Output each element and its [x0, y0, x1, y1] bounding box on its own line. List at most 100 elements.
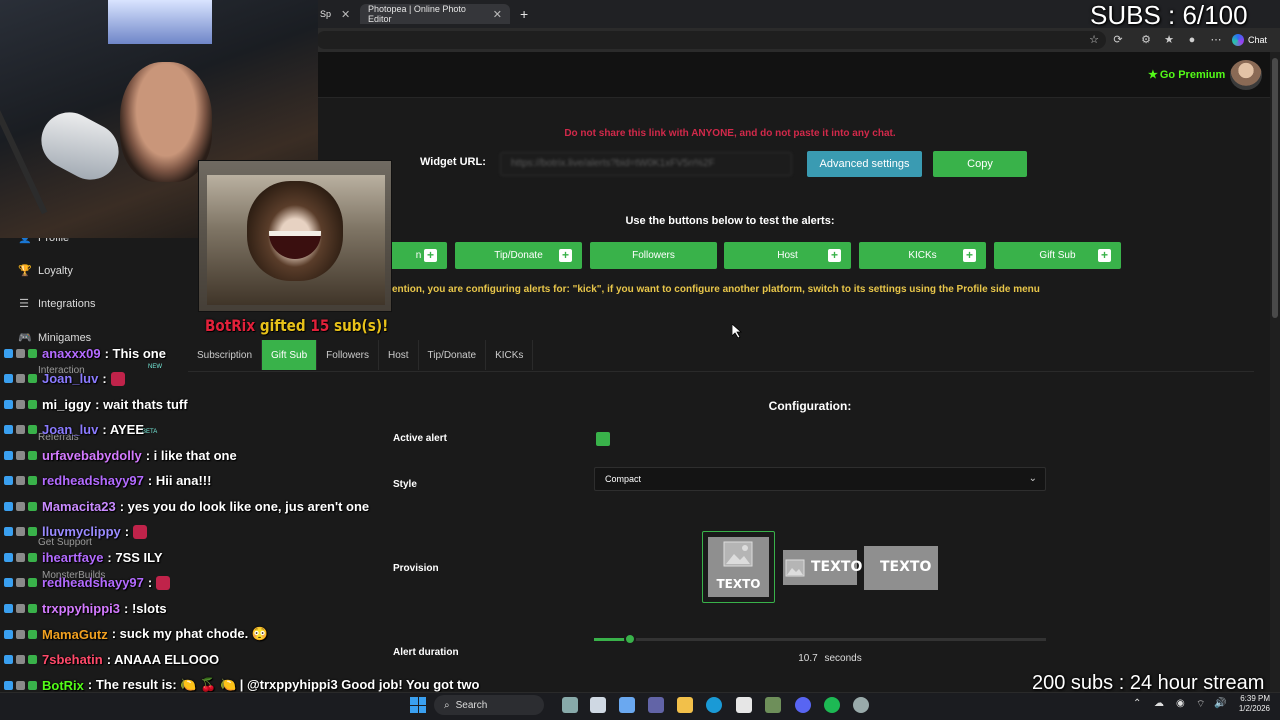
extensions-icon[interactable]: ⚙ — [1138, 32, 1154, 48]
widget-url-field[interactable]: https://botrix.live/alerts?bid=tW0K1xFV5… — [500, 152, 792, 176]
favorite-star-icon[interactable]: ☆ — [1086, 32, 1102, 48]
chat-message: redheadshayy97: — [4, 575, 171, 590]
provision-text: TEXTO — [880, 559, 932, 575]
copilot-app-icon[interactable] — [562, 697, 578, 713]
taskbar-search[interactable]: ⌕ Search — [434, 695, 544, 715]
go-premium-link[interactable]: ★ Go Premium — [1148, 68, 1225, 82]
test-button-label: n — [415, 250, 422, 261]
file-explorer-icon[interactable] — [677, 697, 693, 713]
tab-subscription[interactable]: Subscription — [188, 340, 263, 370]
new-tab-icon[interactable]: + — [512, 4, 536, 24]
chat-badge-icon — [16, 680, 25, 690]
test-button-tip-donate[interactable]: Tip/Donate + — [455, 242, 582, 269]
tray-chevron-icon[interactable]: ⌃ — [1133, 698, 1141, 709]
tab-kicks[interactable]: KICKs — [486, 340, 534, 370]
copilot-chat-button[interactable]: Chat — [1232, 31, 1267, 49]
alert-duration-label: Alert duration — [393, 647, 459, 658]
close-icon[interactable]: ✕ — [341, 8, 350, 21]
chat-message: Joan_luv: — [4, 371, 125, 386]
chat-message: MamaGutz: suck my phat chode. 😳 — [4, 626, 268, 642]
test-button-followers[interactable]: Followers — [590, 242, 717, 269]
tab-tip-donate[interactable]: Tip/Donate — [419, 340, 487, 370]
spotify-icon[interactable] — [824, 697, 840, 713]
test-button-label: Gift Sub — [1039, 250, 1076, 261]
chat-badge-icon — [4, 553, 13, 562]
platform-note: ention, you are configuring alerts for: … — [392, 284, 1040, 295]
test-button-label: Tip/Donate — [494, 250, 543, 261]
profile-icon[interactable]: ● — [1184, 32, 1200, 48]
teams-icon[interactable] — [648, 697, 664, 713]
close-icon[interactable]: ✕ — [493, 8, 502, 21]
chat-badge-icon — [28, 629, 37, 639]
obs-icon[interactable] — [853, 697, 869, 713]
volume-icon[interactable]: 🔊 — [1214, 698, 1226, 709]
chat-badge-icon — [16, 451, 25, 460]
clock-date: 1/2/2026 — [1238, 704, 1270, 713]
copy-button[interactable]: Copy — [933, 151, 1027, 177]
cloud-icon[interactable]: ☁ — [1154, 698, 1164, 709]
test-button-kicks[interactable]: KICKs + — [859, 242, 986, 269]
more-menu-icon[interactable]: ⋯ — [1208, 32, 1224, 48]
plus-icon: + — [424, 249, 437, 262]
advanced-settings-button[interactable]: Advanced settings — [807, 151, 922, 177]
chat-message: BotRix: The result is: 🍋 🍒 🍋 | @trxppyhi… — [4, 677, 479, 693]
chat-badge-icon — [16, 527, 25, 536]
wifi-icon[interactable]: ⌔ — [1196, 698, 1205, 711]
gift-count: 15 — [310, 316, 330, 335]
test-button-host[interactable]: Host + — [724, 242, 851, 269]
chat-label: Chat — [1248, 35, 1268, 45]
sidebar-item-minigames[interactable]: 🎮 Minigames — [18, 331, 91, 345]
chat-badge-icon — [16, 349, 25, 358]
clock[interactable]: 6:39 PM 1/2/2026 — [1230, 694, 1270, 714]
chat-badge-icon — [16, 604, 25, 613]
chat-username: mi_iggy — [42, 397, 92, 412]
task-view-icon[interactable] — [590, 697, 606, 713]
windows-start-icon[interactable] — [410, 697, 426, 713]
chat-username: BotRix — [42, 677, 84, 693]
plus-icon: + — [828, 249, 841, 262]
active-alert-label: Active alert — [393, 433, 447, 444]
url-field[interactable] — [316, 31, 1106, 49]
refresh-icon[interactable]: ⟳ — [1110, 32, 1126, 48]
sidebar-item-integrations[interactable]: ☰ Integrations — [18, 297, 95, 311]
share-warning: Do not share this link with ANYONE, and … — [564, 128, 896, 139]
browser-tab-active[interactable]: Photopea | Online Photo Editor ✕ — [360, 4, 510, 24]
gift-alert-gif — [198, 160, 392, 312]
scrollbar-thumb[interactable] — [1272, 58, 1278, 318]
chat-badge-icon — [28, 655, 37, 664]
active-alert-checkbox[interactable] — [596, 432, 610, 446]
discord-icon[interactable] — [795, 697, 811, 713]
network-icon[interactable]: ◉ — [1176, 698, 1185, 709]
favorites-icon[interactable]: ★ — [1161, 32, 1177, 48]
app-icon[interactable] — [765, 697, 781, 713]
user-avatar[interactable] — [1230, 60, 1262, 90]
tab-host[interactable]: Host — [379, 340, 419, 370]
provision-option-text-only[interactable]: TEXTO — [864, 546, 938, 590]
star-icon: ★ — [1148, 69, 1158, 81]
chat-message: mi_iggy: wait thats tuff — [4, 397, 188, 412]
test-button-gift-sub[interactable]: Gift Sub + — [994, 242, 1121, 269]
store-icon[interactable] — [736, 697, 752, 713]
chat-username: anaxxx09 — [42, 346, 101, 361]
gamepad-icon: 🎮 — [18, 332, 32, 344]
provision-option-inline[interactable]: TEXTO — [783, 550, 862, 585]
provision-option-stacked[interactable]: TEXTO — [708, 537, 769, 597]
tab-gift-sub[interactable]: Gift Sub — [262, 340, 318, 370]
edge-browser-icon[interactable] — [706, 697, 722, 713]
tab-followers[interactable]: Followers — [317, 340, 379, 370]
chat-text: : Hii ana!!! — [147, 473, 212, 488]
chat-text: : i like that one — [145, 448, 237, 463]
app-icon[interactable] — [619, 697, 635, 713]
chat-badge-icon — [4, 578, 13, 587]
chat-badge-icon — [4, 400, 13, 409]
chat-badge-icon — [4, 502, 13, 511]
trophy-icon: 🏆 — [18, 265, 32, 277]
test-button-label: Host — [777, 250, 798, 261]
chat-username: lluvmyclippy — [42, 524, 121, 539]
browser-tab[interactable]: Sp ✕ — [312, 4, 358, 24]
duration-slider[interactable] — [594, 638, 1046, 641]
chat-message: redheadshayy97: Hii ana!!! — [4, 473, 211, 488]
style-select[interactable]: Compact ⌄ — [594, 467, 1046, 491]
sidebar-item-loyalty[interactable]: 🏆 Loyalty — [18, 264, 73, 278]
chat-badge-icon — [28, 578, 37, 587]
